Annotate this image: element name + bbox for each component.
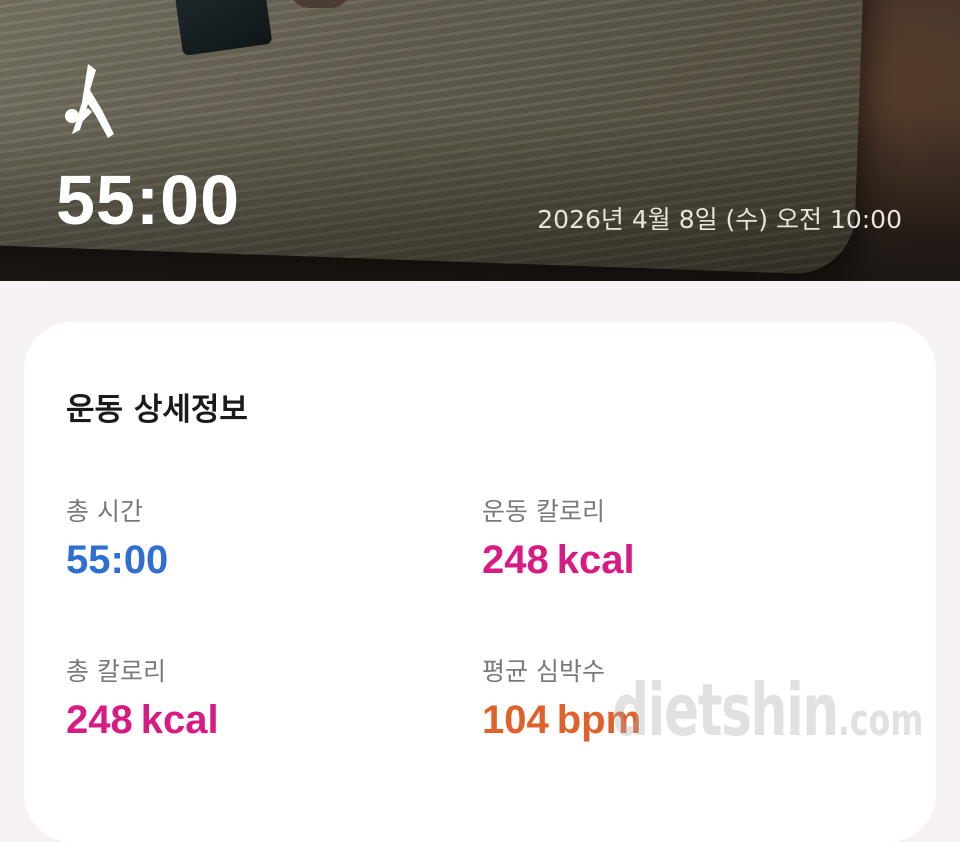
stat-average-heart-rate: 평균 심박수 104 bpm — [482, 652, 862, 743]
stat-label: 총 시간 — [66, 497, 143, 526]
stat-label: 평균 심박수 — [482, 657, 605, 686]
stat-unit: kcal — [140, 698, 219, 742]
stat-value: 104 bpm — [482, 698, 862, 743]
workout-hero-banner: 55:00 2026년 4월 8일 (수) 오전 10:00 — [0, 0, 960, 281]
stat-label: 운동 칼로리 — [482, 497, 605, 526]
stat-value: 248 kcal — [66, 698, 446, 743]
stat-exercise-calories: 운동 칼로리 248 kcal — [482, 492, 862, 583]
stat-unit: bpm — [556, 698, 642, 742]
stat-total-calories: 총 칼로리 248 kcal — [66, 652, 446, 743]
stat-number: 104 — [482, 698, 549, 742]
stat-total-time: 총 시간 55:00 — [66, 492, 446, 583]
workout-details-card: 운동 상세정보 총 시간 55:00 운동 칼로리 248 kcal 총 칼로리 … — [24, 322, 936, 842]
workout-datetime: 2026년 4월 8일 (수) 오전 10:00 — [537, 205, 902, 234]
section-title: 운동 상세정보 — [66, 392, 248, 428]
stat-value: 55:00 — [66, 538, 446, 583]
stat-number: 248 — [482, 538, 549, 582]
yoga-icon — [65, 64, 114, 138]
stat-unit: kcal — [556, 538, 635, 582]
stat-value: 248 kcal — [482, 538, 862, 583]
workout-duration: 55:00 — [56, 161, 241, 239]
stat-label: 총 칼로리 — [66, 657, 166, 686]
stat-number: 55:00 — [66, 538, 169, 582]
stat-number: 248 — [66, 698, 133, 742]
